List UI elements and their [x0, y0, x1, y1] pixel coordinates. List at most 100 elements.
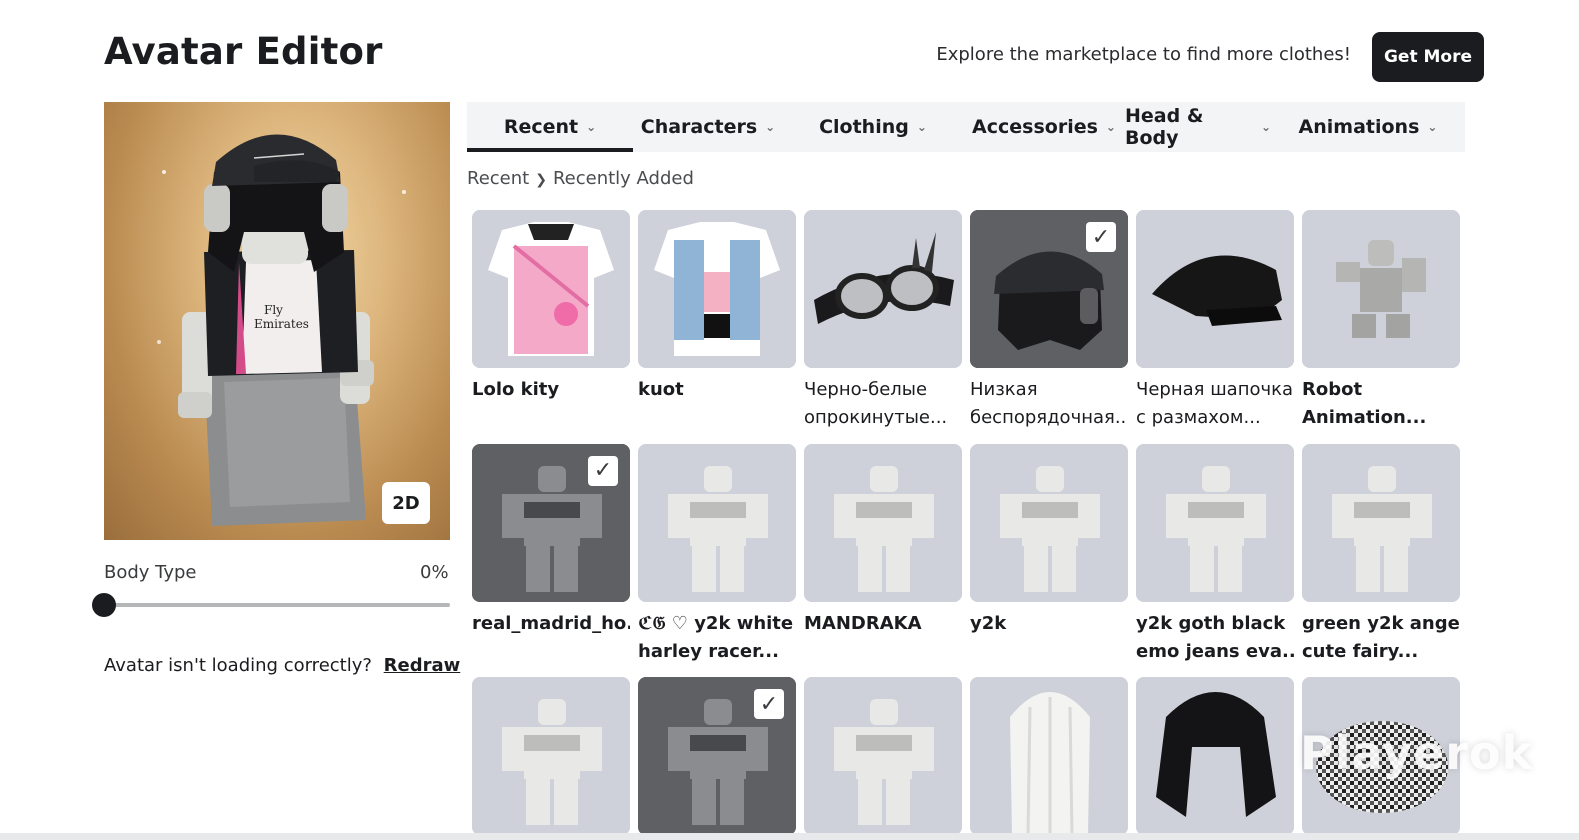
tab-head-body[interactable]: Head & Body ⌄	[1125, 102, 1271, 152]
item-thumbnail[interactable]	[1136, 443, 1294, 602]
watermark-logo: Playerok	[1300, 726, 1534, 780]
item-thumbnail[interactable]	[804, 443, 962, 602]
get-more-button[interactable]: Get More	[1372, 32, 1484, 82]
body-type-label: Body Type	[104, 562, 197, 583]
item-tile[interactable]: Черно-белые опрокинутые...	[804, 210, 962, 432]
item-thumbnail[interactable]: ✓	[970, 210, 1128, 368]
body-type-value: 0%	[420, 562, 449, 583]
pink-shirt-icon	[472, 210, 630, 368]
svg-text:Fly: Fly	[264, 303, 283, 317]
category-tabbar: Recent ⌄ Characters ⌄ Clothing ⌄ Accessories ⌄ H…	[467, 102, 1465, 152]
checkmark-icon: ✓	[754, 689, 784, 719]
item-thumbnail[interactable]	[638, 443, 796, 602]
body-type-slider[interactable]	[92, 593, 450, 617]
item-thumbnail[interactable]	[970, 677, 1128, 835]
item-name: Lolo kity	[472, 376, 630, 404]
item-tile[interactable]: Черная шапочка с размахом...	[1136, 210, 1294, 432]
item-tile[interactable]	[804, 677, 962, 835]
avatar-figure-icon: Fly Emirates	[157, 134, 406, 526]
item-name-line1: y2k goth black	[1136, 612, 1286, 634]
tab-label: Clothing	[819, 116, 909, 138]
item-tile[interactable]: Lolo kity	[472, 210, 630, 404]
item-name-line1: Черная шапочка	[1136, 379, 1294, 400]
item-name-line2: cute fairy...	[1302, 640, 1419, 662]
avatar-outfit-icon	[804, 677, 962, 835]
marketplace-promo-text: Explore the marketplace to find more clo…	[936, 44, 1351, 65]
tab-animations[interactable]: Animations ⌄	[1271, 102, 1465, 152]
black-hair-icon	[1136, 677, 1294, 835]
goggles-icon	[804, 210, 962, 368]
item-thumbnail[interactable]	[970, 443, 1128, 602]
item-thumbnail[interactable]	[1302, 210, 1460, 368]
item-thumbnail[interactable]	[1136, 677, 1294, 835]
loading-note: Avatar isn't loading correctly? Redraw	[104, 655, 460, 676]
item-thumbnail[interactable]	[472, 210, 630, 368]
item-name-line2: опрокинутые...	[804, 407, 948, 428]
item-tile[interactable]: kuot	[638, 210, 796, 404]
item-tile[interactable]: ✓	[638, 677, 796, 835]
item-tile[interactable]	[970, 677, 1128, 835]
tab-label: Accessories	[972, 116, 1098, 138]
black-cap-icon	[1136, 210, 1294, 368]
item-tile[interactable]: green y2k angel cute fairy...	[1302, 443, 1460, 666]
slider-thumb[interactable]	[92, 593, 116, 617]
avatar-outfit-icon	[638, 443, 796, 602]
item-tile[interactable]: ℭ𝔊 ♡ y2k white harley racer...	[638, 443, 796, 666]
item-name-line1: ℭ𝔊 ♡ y2k white	[638, 612, 794, 634]
denim-shirt-icon	[638, 210, 796, 368]
item-thumbnail[interactable]	[804, 677, 962, 835]
item-name-line1: kuot	[638, 379, 684, 400]
chevron-down-icon: ⌄	[586, 120, 597, 134]
breadcrumb-chevron-icon: ❯	[535, 172, 547, 188]
item-tile[interactable]: ✓ Низкая беспорядочная...	[970, 210, 1128, 432]
item-name: kuot	[638, 376, 796, 404]
checkmark-icon: ✓	[588, 455, 618, 486]
item-name-line2: с размахом...	[1136, 407, 1261, 428]
toggle-2d-button[interactable]: 2D	[382, 482, 430, 524]
item-thumbnail[interactable]: ✓	[638, 677, 796, 835]
item-name-line1: y2k	[970, 612, 1007, 634]
item-name-line1: real_madrid_ho...	[472, 612, 630, 634]
chevron-down-icon: ⌄	[1105, 120, 1116, 134]
item-name-line1: Низкая	[970, 379, 1038, 400]
item-name-line1: Robot	[1302, 379, 1363, 400]
white-hair-icon	[970, 677, 1128, 835]
item-thumbnail[interactable]	[804, 210, 962, 368]
redraw-link[interactable]: Redraw	[384, 655, 461, 676]
item-name: real_madrid_ho...	[472, 610, 630, 638]
item-name: Черно-белые опрокинутые...	[804, 376, 962, 432]
bottom-divider	[0, 833, 1579, 840]
item-tile[interactable]: MANDRAKA	[804, 443, 962, 638]
item-name: Черная шапочка с размахом...	[1136, 376, 1294, 432]
tab-label: Head & Body	[1125, 105, 1204, 149]
item-name: y2k goth black emo jeans eva...	[1136, 610, 1294, 666]
tab-clothing[interactable]: Clothing ⌄	[783, 102, 963, 152]
item-name: Низкая беспорядочная...	[970, 376, 1128, 432]
item-tile[interactable]: Robot Animation...	[1302, 210, 1460, 432]
item-thumbnail[interactable]: ✓	[472, 443, 630, 602]
tab-accessories[interactable]: Accessories ⌄	[963, 102, 1125, 152]
item-tile[interactable]: y2k goth black emo jeans eva...	[1136, 443, 1294, 666]
robot-icon	[1302, 210, 1460, 368]
item-tile[interactable]: y2k	[970, 443, 1128, 638]
breadcrumb-parent[interactable]: Recent	[467, 168, 529, 189]
item-name: green y2k angel cute fairy...	[1302, 610, 1460, 666]
item-name: ℭ𝔊 ♡ y2k white harley racer...	[638, 610, 796, 666]
item-name-line1: Lolo kity	[472, 379, 560, 400]
svg-text:Emirates: Emirates	[254, 317, 309, 331]
item-thumbnail[interactable]	[638, 210, 796, 368]
item-thumbnail[interactable]	[1136, 210, 1294, 368]
tab-recent[interactable]: Recent ⌄	[467, 102, 633, 152]
slider-track[interactable]	[104, 603, 450, 607]
avatar-preview[interactable]: Fly Emirates 2D	[104, 102, 450, 540]
item-tile[interactable]	[472, 677, 630, 835]
item-thumbnail[interactable]	[1302, 443, 1460, 602]
breadcrumb: Recent ❯ Recently Added	[467, 168, 694, 189]
item-tile[interactable]	[1136, 677, 1294, 835]
item-tile[interactable]: ✓ real_madrid_ho...	[472, 443, 630, 638]
checkmark-icon: ✓	[1086, 222, 1116, 252]
avatar-outfit-icon	[472, 677, 630, 835]
item-name-line2: беспорядочная...	[970, 407, 1128, 428]
tab-characters[interactable]: Characters ⌄	[633, 102, 783, 152]
item-thumbnail[interactable]	[472, 677, 630, 835]
